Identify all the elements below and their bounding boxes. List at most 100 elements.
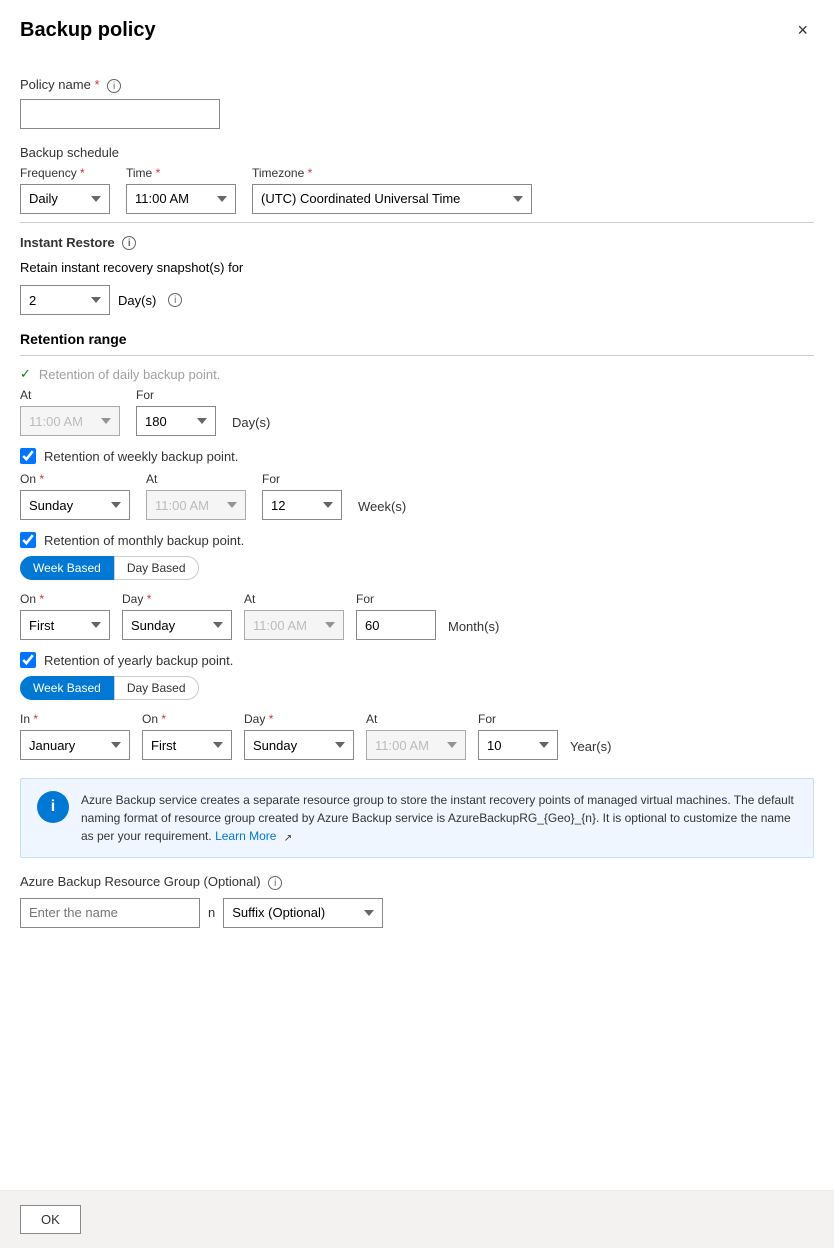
- resource-row: n Suffix (Optional): [20, 898, 814, 928]
- policy-name-input[interactable]: [20, 99, 220, 129]
- yearly-checkbox[interactable]: [20, 652, 36, 668]
- panel-header: Backup policy ×: [0, 0, 834, 57]
- weekly-checkbox-row: Retention of weekly backup point.: [20, 448, 814, 464]
- monthly-checkbox-label: Retention of monthly backup point.: [44, 533, 244, 548]
- snapshot-days-select[interactable]: 1 2 3 4 5: [20, 285, 110, 315]
- yearly-day-label: Day *: [244, 712, 354, 726]
- weekly-unit-label: Week(s): [358, 499, 406, 514]
- required-star: *: [94, 77, 99, 92]
- backup-policy-panel: Backup policy × Policy name * i Backup s…: [0, 0, 834, 1248]
- schedule-row: Frequency * Daily Weekly Time * 11:00 AM: [20, 166, 814, 214]
- daily-at-group: At 11:00 AM: [20, 388, 120, 436]
- weekly-for-label: For: [262, 472, 342, 486]
- yearly-on-label: On *: [142, 712, 232, 726]
- weekly-on-group: On * Sunday Monday Tuesday Wednesday Thu…: [20, 472, 130, 520]
- info-box-text: Azure Backup service creates a separate …: [81, 791, 797, 845]
- monthly-week-based-pill[interactable]: Week Based: [20, 556, 114, 580]
- instant-restore-section: Instant Restore i Retain instant recover…: [20, 235, 814, 316]
- resource-group-section: Azure Backup Resource Group (Optional) i…: [20, 874, 814, 928]
- checkmark-icon: ✓: [20, 366, 31, 382]
- weekly-at-group: At 11:00 AM: [146, 472, 246, 520]
- resource-group-label: Azure Backup Resource Group (Optional) i: [20, 874, 814, 890]
- panel-footer: OK: [0, 1190, 834, 1248]
- yearly-day-group: Day * Sunday Monday Tuesday: [244, 712, 354, 760]
- weekly-on-select[interactable]: Sunday Monday Tuesday Wednesday Thursday…: [20, 490, 130, 520]
- yearly-day-based-pill[interactable]: Day Based: [114, 676, 199, 700]
- yearly-for-group: For 10 5 7 20: [478, 712, 558, 760]
- frequency-select[interactable]: Daily Weekly: [20, 184, 110, 214]
- yearly-in-select[interactable]: January February March April May June Ju…: [20, 730, 130, 760]
- yearly-checkbox-label: Retention of yearly backup point.: [44, 653, 233, 668]
- retention-range-title: Retention range: [20, 331, 127, 347]
- yearly-fields-row: In * January February March April May Ju…: [20, 712, 814, 760]
- backup-schedule-section: Backup schedule Frequency * Daily Weekly…: [20, 145, 814, 214]
- weekly-checkbox-label: Retention of weekly backup point.: [44, 449, 238, 464]
- daily-at-label: At: [20, 388, 120, 402]
- panel-body: Policy name * i Backup schedule Frequenc…: [0, 57, 834, 1168]
- weekly-at-label: At: [146, 472, 246, 486]
- yearly-for-select[interactable]: 10 5 7 20: [478, 730, 558, 760]
- monthly-at-group: At 11:00 AM: [244, 592, 344, 640]
- monthly-fields-row: On * First Second Third Fourth Last Day …: [20, 592, 814, 640]
- daily-for-group: For 180 90 60 30: [136, 388, 216, 436]
- monthly-unit-label: Month(s): [448, 619, 499, 634]
- timezone-group: Timezone * (UTC) Coordinated Universal T…: [252, 166, 532, 214]
- policy-name-group: Policy name * i: [20, 61, 814, 129]
- yearly-on-select[interactable]: First Second Third Fourth Last: [142, 730, 232, 760]
- monthly-day-based-pill[interactable]: Day Based: [114, 556, 199, 580]
- monthly-for-input[interactable]: [356, 610, 436, 640]
- daily-at-for-row: At 11:00 AM For 180 90 60 30 Day(s): [20, 388, 814, 436]
- monthly-on-group: On * First Second Third Fourth Last: [20, 592, 110, 640]
- daily-for-select[interactable]: 180 90 60 30: [136, 406, 216, 436]
- policy-name-label: Policy name * i: [20, 77, 814, 93]
- resource-group-info-icon[interactable]: i: [268, 876, 282, 890]
- weekly-fields-row: On * Sunday Monday Tuesday Wednesday Thu…: [20, 472, 814, 520]
- retain-value-row: 1 2 3 4 5 Day(s) i: [20, 285, 814, 315]
- daily-at-select: 11:00 AM: [20, 406, 120, 436]
- weekly-at-select: 11:00 AM: [146, 490, 246, 520]
- yearly-in-group: In * January February March April May Ju…: [20, 712, 130, 760]
- yearly-for-label: For: [478, 712, 558, 726]
- retain-row: Retain instant recovery snapshot(s) for: [20, 260, 814, 275]
- monthly-checkbox[interactable]: [20, 532, 36, 548]
- weekly-for-select[interactable]: 12 8 4 52: [262, 490, 342, 520]
- timezone-label: Timezone *: [252, 166, 532, 180]
- yearly-day-select[interactable]: Sunday Monday Tuesday: [244, 730, 354, 760]
- weekly-checkbox[interactable]: [20, 448, 36, 464]
- policy-name-info-icon[interactable]: i: [107, 79, 121, 93]
- monthly-at-label: At: [244, 592, 344, 606]
- learn-more-link[interactable]: Learn More: [215, 829, 276, 843]
- panel-title: Backup policy: [20, 19, 156, 42]
- monthly-for-label: For: [356, 592, 436, 606]
- yearly-in-label: In *: [20, 712, 130, 726]
- frequency-group: Frequency * Daily Weekly: [20, 166, 110, 214]
- monthly-for-group: For: [356, 592, 436, 640]
- ok-button[interactable]: OK: [20, 1205, 81, 1234]
- yearly-unit-label: Year(s): [570, 739, 611, 754]
- yearly-week-based-pill[interactable]: Week Based: [20, 676, 114, 700]
- close-button[interactable]: ×: [791, 18, 814, 43]
- yearly-checkbox-row: Retention of yearly backup point.: [20, 652, 814, 668]
- retention-range-section: Retention range ✓ Retention of daily bac…: [20, 331, 814, 760]
- monthly-checkbox-row: Retention of monthly backup point.: [20, 532, 814, 548]
- suffix-select[interactable]: Suffix (Optional): [223, 898, 383, 928]
- daily-unit-label: Day(s): [232, 415, 270, 430]
- days-unit-label: Day(s): [118, 293, 156, 308]
- time-select[interactable]: 11:00 AM 12:00 PM: [126, 184, 236, 214]
- yearly-on-group: On * First Second Third Fourth Last: [142, 712, 232, 760]
- info-box-icon: i: [37, 791, 69, 823]
- frequency-label: Frequency *: [20, 166, 110, 180]
- retain-label: Retain instant recovery snapshot(s) for: [20, 260, 243, 275]
- instant-restore-info-icon[interactable]: i: [122, 236, 136, 250]
- monthly-day-select[interactable]: Sunday Monday Tuesday: [122, 610, 232, 640]
- info-box: i Azure Backup service creates a separat…: [20, 778, 814, 858]
- days-info-icon[interactable]: i: [168, 293, 182, 307]
- resource-name-input[interactable]: [20, 898, 200, 928]
- time-group: Time * 11:00 AM 12:00 PM: [126, 166, 236, 214]
- yearly-at-label: At: [366, 712, 466, 726]
- timezone-select[interactable]: (UTC) Coordinated Universal Time (UTC+01…: [252, 184, 532, 214]
- monthly-on-select[interactable]: First Second Third Fourth Last: [20, 610, 110, 640]
- monthly-pill-group: Week Based Day Based: [20, 556, 814, 580]
- daily-for-label: For: [136, 388, 216, 402]
- yearly-at-group: At 11:00 AM: [366, 712, 466, 760]
